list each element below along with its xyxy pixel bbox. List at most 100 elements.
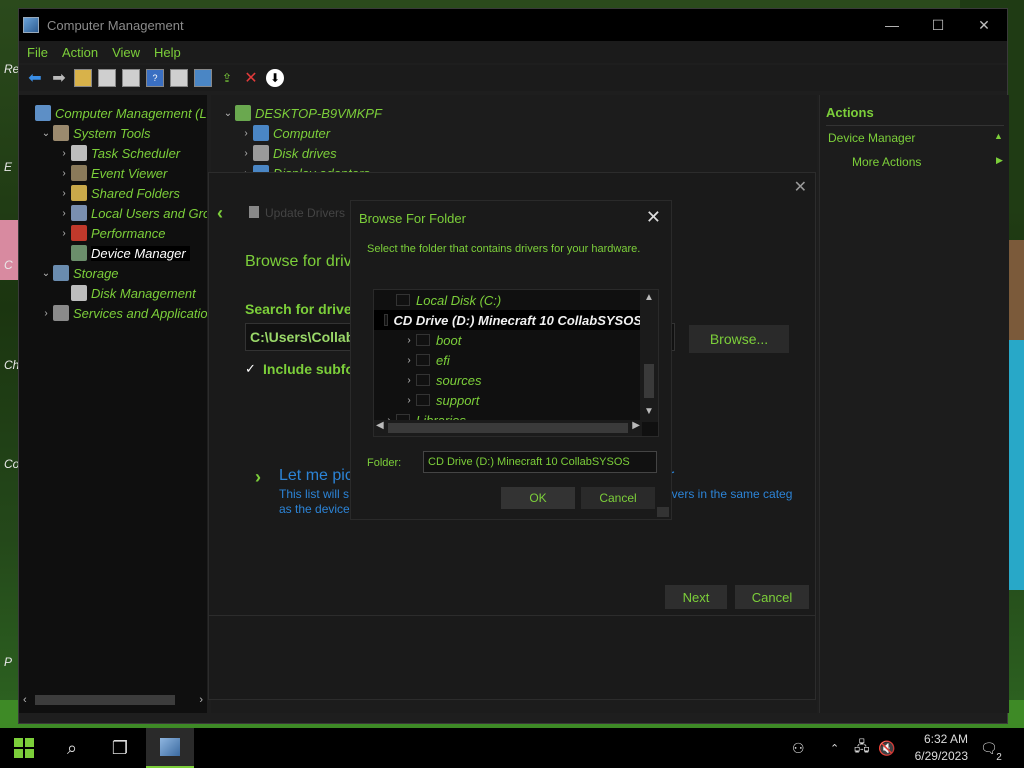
network-icon[interactable]: 🖧	[854, 728, 870, 768]
menu-help[interactable]: Help	[154, 45, 181, 60]
device-tree-item[interactable]: › Disk drives	[239, 143, 337, 163]
actions-pane: Actions Device Manager ▲ More Actions ▶	[819, 95, 1009, 713]
folder-tree-item[interactable]: Local Disk (C:)	[374, 290, 501, 310]
up-folder-icon[interactable]	[74, 69, 92, 87]
close-icon[interactable]: ✕	[794, 177, 807, 197]
window-title: Computer Management	[47, 17, 184, 33]
start-button[interactable]	[0, 728, 48, 768]
chevron-icon[interactable]: ⌄	[39, 128, 53, 139]
show-action-pane-icon[interactable]	[170, 69, 188, 87]
console-tree-item[interactable]: › Shared Folders	[57, 183, 180, 203]
menu-view[interactable]: View	[112, 45, 140, 60]
folder-tree-item[interactable]: › support	[374, 390, 479, 410]
chevron-right-icon[interactable]: ›	[402, 375, 416, 386]
horizontal-scrollbar[interactable]: ◀ ▶	[374, 420, 642, 436]
device-tree-item[interactable]: › Computer	[239, 123, 330, 143]
actions-section-device-manager[interactable]: Device Manager	[828, 131, 915, 145]
ok-button[interactable]: OK	[501, 487, 575, 509]
resize-grip-icon[interactable]	[657, 507, 669, 517]
properties-icon[interactable]	[122, 69, 140, 87]
back-arrow-icon[interactable]: ⬅	[26, 69, 44, 87]
scroll-right-icon[interactable]: ▶	[632, 420, 640, 431]
notifications-icon[interactable]: 🗨 2	[980, 728, 1002, 768]
back-arrow-icon[interactable]: ‹	[217, 203, 223, 224]
chevron-icon[interactable]: ›	[57, 168, 71, 179]
scroll-up-icon[interactable]: ▲	[640, 292, 658, 303]
console-tree-item[interactable]: › Event Viewer	[57, 163, 167, 183]
scroll-right-icon[interactable]: ›	[199, 694, 203, 706]
show-hide-tree-icon[interactable]	[98, 69, 116, 87]
device-tree-item[interactable]: ⌄ DESKTOP-B9VMKPF	[221, 103, 382, 123]
chevron-icon[interactable]: ›	[239, 128, 253, 139]
console-tree-item[interactable]: ⌄ Storage	[39, 263, 119, 283]
tree-item-label: System Tools	[73, 125, 151, 141]
folder-tree-item[interactable]: › boot	[374, 330, 461, 350]
scrollbar-thumb[interactable]	[644, 364, 654, 398]
desktop-icon-label[interactable]: C	[4, 258, 13, 272]
chevron-right-icon[interactable]: ›	[402, 355, 416, 366]
scrollbar-thumb[interactable]	[388, 423, 628, 433]
volume-muted-icon[interactable]: 🔇	[878, 728, 895, 768]
scroll-left-icon[interactable]: ◀	[376, 420, 384, 431]
chevron-icon[interactable]: ⌄	[221, 108, 235, 119]
uninstall-icon[interactable]: ✕	[242, 69, 260, 87]
tree-item-label: DESKTOP-B9VMKPF	[255, 105, 382, 121]
chevron-right-icon[interactable]: ›	[402, 395, 416, 406]
console-tree-item[interactable]: › Services and Applicatio	[39, 303, 207, 323]
menu-action[interactable]: Action	[62, 45, 98, 60]
console-tree-item[interactable]: › Performance	[57, 223, 165, 243]
folder-tree-item[interactable]: › efi	[374, 350, 449, 370]
chevron-icon[interactable]: ›	[57, 188, 71, 199]
forward-arrow-icon[interactable]: ➡	[50, 69, 68, 87]
folder-field[interactable]: CD Drive (D:) Minecraft 10 CollabSYSOS	[423, 451, 657, 473]
close-button[interactable]: ✕	[961, 9, 1007, 41]
chevron-icon[interactable]: ›	[57, 228, 71, 239]
download-icon[interactable]: ⬇	[266, 69, 284, 87]
chevron-icon[interactable]: ›	[39, 308, 53, 319]
maximize-button[interactable]: ☐	[915, 9, 961, 41]
more-actions-arrow-icon[interactable]: ▶	[996, 155, 1003, 166]
console-tree-item[interactable]: ⌄ System Tools	[39, 123, 151, 143]
chevron-right-icon[interactable]: ›	[402, 335, 416, 346]
console-tree-item[interactable]: Computer Management (Lo	[21, 103, 207, 123]
browse-button[interactable]: Browse...	[689, 325, 789, 353]
scroll-down-icon[interactable]: ▼	[640, 406, 658, 417]
close-icon[interactable]: ✕	[646, 207, 661, 228]
task-view-icon[interactable]: ❐	[96, 728, 144, 768]
search-icon[interactable]: ⌕	[48, 728, 96, 768]
tree-item-label: Local Users and Grou	[91, 205, 207, 221]
minimize-button[interactable]: —	[869, 9, 915, 41]
update-driver-icon[interactable]: ⇪	[218, 69, 236, 87]
computer-icon[interactable]	[194, 69, 212, 87]
folder-tree-item[interactable]: CD Drive (D:) Minecraft 10 CollabSYSOS	[374, 310, 642, 330]
folder-tree-item[interactable]: › sources	[374, 370, 481, 390]
collapse-up-icon[interactable]: ▲	[994, 131, 1003, 141]
console-tree-item[interactable]: Disk Management	[57, 283, 196, 303]
chevron-icon[interactable]: ⌄	[39, 268, 53, 279]
include-subfolders-checkbox[interactable]: ✓	[245, 361, 259, 376]
vertical-scrollbar[interactable]: ▲ ▼	[640, 290, 658, 422]
more-actions-link[interactable]: More Actions	[852, 155, 921, 169]
show-hidden-icons-icon[interactable]: ⌃	[830, 728, 839, 768]
desktop-icon-label[interactable]: E	[4, 160, 12, 174]
title-bar[interactable]: Computer Management — ☐ ✕	[19, 9, 1007, 41]
chevron-icon[interactable]: ›	[57, 148, 71, 159]
chevron-icon[interactable]: ›	[57, 208, 71, 219]
next-button[interactable]: Next	[665, 585, 727, 609]
console-tree-item[interactable]: › Local Users and Grou	[57, 203, 207, 223]
menu-file[interactable]: File	[27, 45, 48, 60]
console-tree-item[interactable]: Device Manager	[57, 243, 190, 263]
console-tree-item[interactable]: › Task Scheduler	[57, 143, 180, 163]
help-icon[interactable]: ?	[146, 69, 164, 87]
desktop-icon-label[interactable]: P	[4, 655, 12, 669]
let-me-pick-link[interactable]: Let me pic	[279, 467, 353, 485]
cancel-button[interactable]: Cancel	[581, 487, 655, 509]
scrollbar-thumb[interactable]	[35, 695, 175, 705]
horizontal-scrollbar[interactable]: ‹ ›	[19, 693, 207, 707]
chevron-icon[interactable]: ›	[239, 148, 253, 159]
cancel-button[interactable]: Cancel	[735, 585, 809, 609]
computer-management-taskbar-icon[interactable]	[146, 728, 194, 768]
people-icon[interactable]: ⚇	[792, 728, 805, 768]
scroll-left-icon[interactable]: ‹	[23, 694, 27, 706]
clock[interactable]: 6:32 AM 6/29/2023	[915, 731, 968, 765]
